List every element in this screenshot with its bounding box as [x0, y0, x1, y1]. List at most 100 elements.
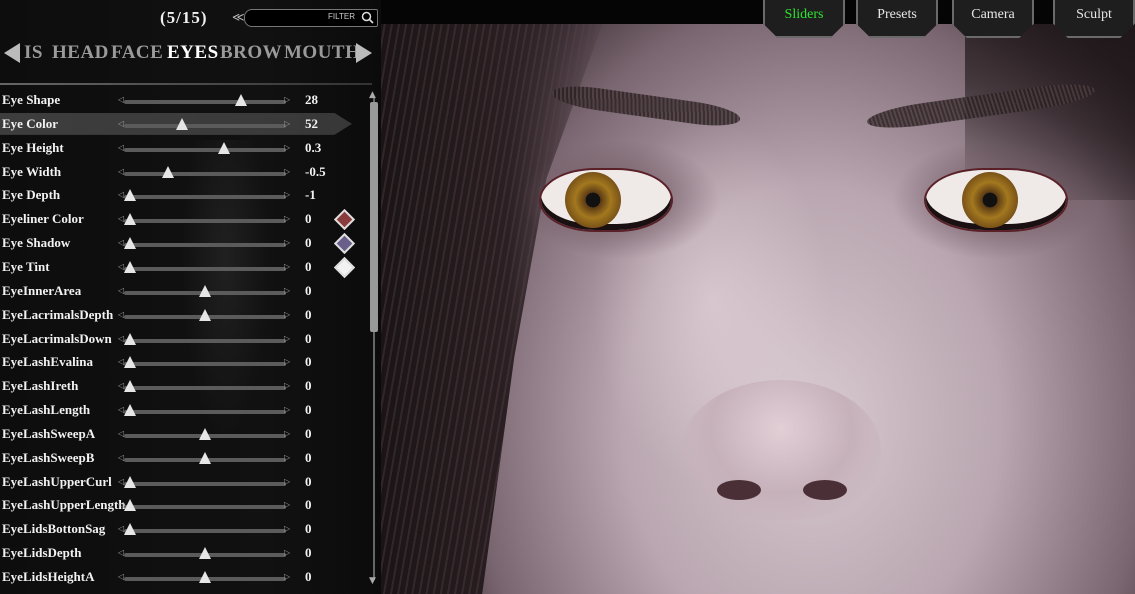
slider-row[interactable]: EyeLidsHeightA ◁ ▷ 0 — [0, 566, 368, 590]
slider-increase-icon[interactable]: ▷ — [284, 190, 290, 199]
slider-decrease-icon[interactable]: ◁ — [118, 500, 124, 509]
category-brow[interactable]: BROW — [220, 42, 282, 64]
slider-thumb[interactable] — [199, 284, 211, 297]
slider-row[interactable]: EyeLashSweepA ◁ ▷ 0 — [0, 423, 368, 447]
slider-row[interactable]: Eye Shape ◁ ▷ 28 — [0, 89, 368, 113]
slider-thumb[interactable] — [218, 141, 231, 154]
slider-track[interactable] — [124, 481, 286, 486]
category-next-arrow-icon[interactable] — [356, 43, 372, 63]
slider-track[interactable] — [124, 266, 286, 271]
slider-row[interactable]: EyeLacrimalsDown ◁ ▷ 0 — [0, 328, 368, 352]
slider-increase-icon[interactable]: ▷ — [284, 477, 290, 486]
slider-row[interactable]: Eye Height ◁ ▷ 0.3 — [0, 137, 368, 161]
slider-thumb[interactable] — [124, 189, 137, 202]
slider-track[interactable] — [124, 386, 286, 391]
slider-track[interactable] — [124, 362, 286, 367]
slider-decrease-icon[interactable]: ◁ — [118, 357, 124, 366]
slider-row[interactable]: EyeLashLength ◁ ▷ 0 — [0, 399, 368, 423]
category-prev-arrow-icon[interactable] — [4, 43, 20, 63]
slider-row[interactable]: EyeLashSweepB ◁ ▷ 0 — [0, 447, 368, 471]
slider-track[interactable] — [124, 243, 286, 248]
slider-increase-icon[interactable]: ▷ — [284, 357, 290, 366]
slider-increase-icon[interactable]: ▷ — [284, 238, 290, 247]
tab-sculpt[interactable]: Sculpt — [1053, 0, 1135, 38]
tab-sliders[interactable]: Sliders — [763, 0, 845, 38]
slider-track[interactable] — [124, 100, 286, 104]
slider-row[interactable]: EyeLashEvalina ◁ ▷ 0 — [0, 351, 368, 375]
slider-row[interactable]: EyeInnerArea ◁ ▷ 0 — [0, 280, 368, 304]
scroll-thumb[interactable] — [370, 102, 378, 332]
slider-track[interactable] — [124, 195, 286, 200]
slider-thumb[interactable] — [124, 475, 137, 488]
slider-row[interactable]: Eye Depth ◁ ▷ -1 — [0, 184, 368, 208]
slider-row[interactable]: EyeLacrimalsDepth ◁ ▷ 0 — [0, 304, 368, 328]
slider-increase-icon[interactable]: ▷ — [284, 453, 290, 462]
slider-row[interactable]: Eye Tint ◁ ▷ 0 — [0, 256, 368, 280]
slider-track[interactable] — [124, 219, 286, 224]
color-swatch[interactable] — [333, 256, 356, 279]
scroll-down-icon[interactable]: ▼ — [369, 576, 376, 586]
slider-increase-icon[interactable]: ▷ — [284, 119, 290, 128]
slider-thumb[interactable] — [199, 571, 211, 583]
slider-increase-icon[interactable]: ▷ — [284, 310, 290, 319]
slider-track[interactable] — [124, 529, 286, 534]
slider-increase-icon[interactable]: ▷ — [284, 214, 290, 223]
slider-thumb[interactable] — [124, 499, 137, 512]
slider-row[interactable]: EyeLashUpperLength ◁ ▷ 0 — [0, 494, 368, 518]
search-icon[interactable] — [361, 11, 374, 24]
slider-thumb[interactable] — [234, 94, 247, 106]
slider-thumb[interactable] — [124, 356, 137, 369]
slider-increase-icon[interactable]: ▷ — [284, 286, 290, 295]
filter-input[interactable]: FILTER — [244, 9, 378, 27]
category-is[interactable]: IS — [24, 42, 43, 64]
slider-thumb[interactable] — [124, 523, 137, 536]
category-face[interactable]: FACE — [111, 42, 163, 64]
slider-row[interactable]: Eye Width ◁ ▷ -0.5 — [0, 161, 368, 185]
slider-track[interactable] — [124, 147, 286, 152]
scrollbar[interactable]: ▲ ▼ — [369, 90, 379, 590]
character-face-viewport[interactable] — [381, 0, 1135, 594]
category-head[interactable]: HEAD — [52, 42, 109, 64]
slider-row[interactable]: Eye Color ◁ ▷ 52 — [0, 113, 368, 137]
slider-row[interactable]: EyeLashUpperCurl ◁ ▷ 0 — [0, 471, 368, 495]
slider-decrease-icon[interactable]: ◁ — [118, 524, 124, 533]
color-swatch[interactable] — [333, 232, 356, 255]
slider-thumb[interactable] — [176, 117, 189, 130]
slider-track[interactable] — [124, 123, 286, 128]
slider-thumb[interactable] — [199, 547, 211, 560]
slider-row[interactable]: EyeLidsBottonSag ◁ ▷ 0 — [0, 518, 368, 542]
filter-back-arrow-icon[interactable]: ≪ — [232, 10, 245, 25]
slider-thumb[interactable] — [124, 213, 137, 226]
slider-thumb[interactable] — [124, 404, 137, 417]
slider-row[interactable]: Eyeliner Color ◁ ▷ 0 — [0, 208, 368, 232]
slider-increase-icon[interactable]: ▷ — [284, 95, 290, 104]
slider-increase-icon[interactable]: ▷ — [284, 429, 290, 438]
slider-thumb[interactable] — [124, 380, 137, 393]
slider-row[interactable]: EyeLashIreth ◁ ▷ 0 — [0, 375, 368, 399]
slider-increase-icon[interactable]: ▷ — [284, 524, 290, 533]
slider-increase-icon[interactable]: ▷ — [284, 572, 290, 581]
slider-increase-icon[interactable]: ▷ — [284, 143, 290, 152]
tab-camera[interactable]: Camera — [952, 0, 1034, 38]
slider-increase-icon[interactable]: ▷ — [284, 262, 290, 271]
slider-thumb[interactable] — [199, 308, 211, 321]
slider-thumb[interactable] — [199, 451, 211, 464]
slider-thumb[interactable] — [161, 165, 174, 178]
slider-decrease-icon[interactable]: ◁ — [118, 190, 124, 199]
slider-increase-icon[interactable]: ▷ — [284, 334, 290, 343]
slider-increase-icon[interactable]: ▷ — [284, 405, 290, 414]
slider-track[interactable] — [124, 171, 286, 176]
slider-track[interactable] — [124, 505, 286, 510]
tab-presets[interactable]: Presets — [856, 0, 938, 38]
color-swatch[interactable] — [333, 209, 356, 231]
slider-thumb[interactable] — [199, 427, 211, 440]
slider-thumb[interactable] — [124, 332, 137, 345]
slider-track[interactable] — [124, 410, 286, 415]
slider-increase-icon[interactable]: ▷ — [284, 548, 290, 557]
category-eyes[interactable]: EYES — [167, 42, 219, 64]
slider-row[interactable]: EyeLidsDepth ◁ ▷ 0 — [0, 542, 368, 566]
slider-increase-icon[interactable]: ▷ — [284, 381, 290, 390]
slider-thumb[interactable] — [124, 237, 137, 250]
slider-increase-icon[interactable]: ▷ — [284, 167, 290, 176]
slider-increase-icon[interactable]: ▷ — [284, 500, 290, 509]
